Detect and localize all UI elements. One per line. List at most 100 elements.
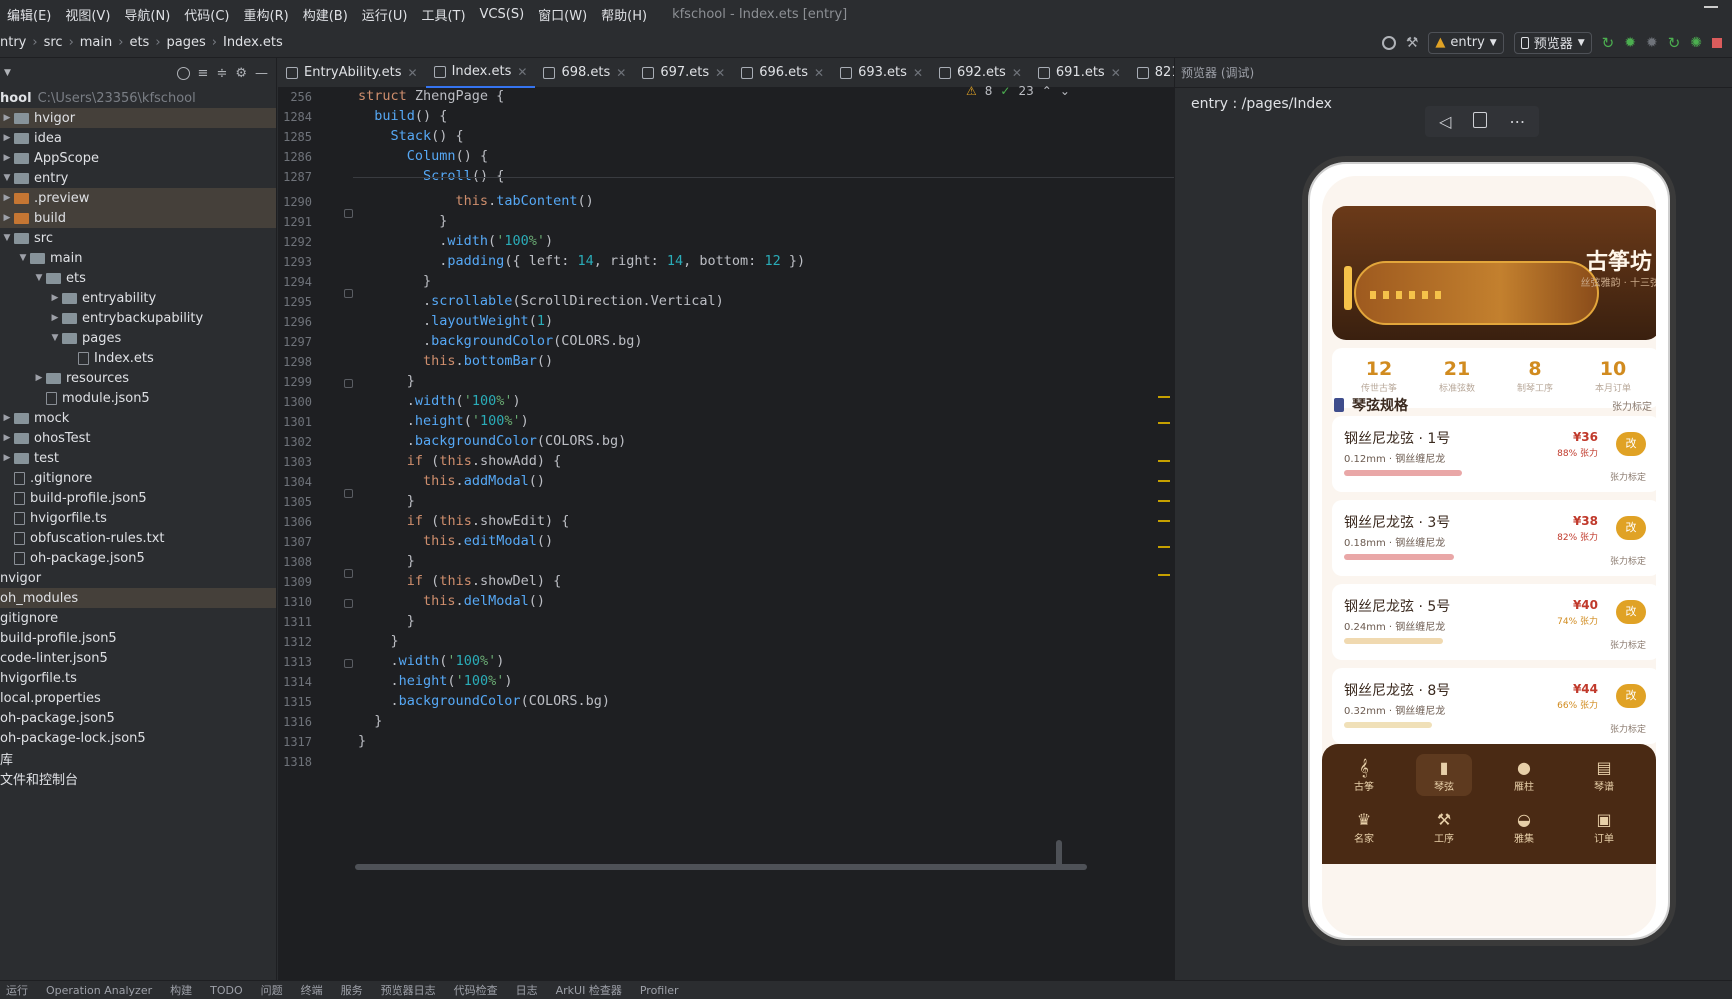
menu-item[interactable]: 代码(C) xyxy=(177,5,236,24)
editor-tab[interactable]: 697.ets ✕ xyxy=(634,58,733,88)
fold-icon[interactable] xyxy=(344,209,353,218)
stop-icon[interactable] xyxy=(1712,37,1722,48)
warning-marker[interactable] xyxy=(1158,460,1170,462)
locate-icon[interactable] xyxy=(176,66,190,80)
code-line[interactable]: } xyxy=(358,213,447,229)
app-screen[interactable]: 古筝坊 丝弦雅韵 · 十三弦 12 传世古筝 21 标准弦数 8 制琴工序 10 本月订单 琴… xyxy=(1322,176,1656,936)
tool-window-button[interactable]: 日志 xyxy=(516,982,538,998)
code-line[interactable]: struct ZhengPage { xyxy=(358,88,504,104)
string-card[interactable]: 钢丝尼龙弦 · 8号 0.32mm · 钢丝缠尼龙 ¥44 66% 张力 改张力标定 xyxy=(1332,668,1656,744)
menu-item[interactable]: 运行(U) xyxy=(355,5,415,24)
tab-item[interactable]: ⚒ 工序 xyxy=(1416,806,1472,848)
inspection-widget[interactable]: ⚠ 8 ✓ 23 ⌃ ⌄ xyxy=(966,84,1070,98)
menu-item[interactable]: 窗口(W) xyxy=(531,5,594,24)
tree-item[interactable]: ▶ hvigor xyxy=(0,108,276,128)
code-line[interactable]: build() { xyxy=(358,108,447,124)
chevron-right-icon[interactable]: ▶ xyxy=(48,313,62,323)
menu-item[interactable]: 导航(N) xyxy=(117,5,177,24)
breadcrumb-item[interactable]: ntry xyxy=(0,35,26,50)
code-line[interactable]: .width('100%') xyxy=(358,393,521,409)
warning-marker[interactable] xyxy=(1158,480,1170,482)
menu-item[interactable]: 重构(R) xyxy=(237,5,296,24)
hammer-icon[interactable]: ⚒ xyxy=(1406,35,1419,51)
editor-tab[interactable]: 696.ets ✕ xyxy=(733,58,832,88)
chevron-down-icon[interactable]: ⌄ xyxy=(1060,84,1070,98)
tree-item[interactable]: local.properties xyxy=(0,688,276,708)
close-icon[interactable]: ✕ xyxy=(814,66,824,80)
editor-tab[interactable]: Index.ets ✕ xyxy=(425,57,536,88)
edit-button[interactable]: 改 xyxy=(1616,516,1646,540)
string-card[interactable]: 钢丝尼龙弦 · 1号 0.12mm · 钢丝缠尼龙 ¥36 88% 张力 改张力标定 xyxy=(1332,416,1656,492)
close-icon[interactable]: ✕ xyxy=(616,66,626,80)
rotate-icon[interactable] xyxy=(1473,112,1488,128)
back-icon[interactable]: ◁ xyxy=(1439,112,1451,131)
menu-item[interactable]: VCS(S) xyxy=(473,7,532,22)
tree-item[interactable]: ▶ AppScope xyxy=(0,148,276,168)
code-line[interactable]: } xyxy=(358,733,366,749)
tree-item[interactable]: obfuscation-rules.txt xyxy=(0,528,276,548)
tree-item[interactable]: ▶ idea xyxy=(0,128,276,148)
breadcrumb-item[interactable]: ets xyxy=(129,35,149,50)
profile-icon[interactable]: ✺ xyxy=(1690,35,1702,51)
fold-icon[interactable] xyxy=(344,569,353,578)
string-card[interactable]: 钢丝尼龙弦 · 5号 0.24mm · 钢丝缠尼龙 ¥40 74% 张力 改张力标定 xyxy=(1332,584,1656,660)
tool-window-button[interactable]: 服务 xyxy=(341,982,363,998)
code-line[interactable]: } xyxy=(358,713,382,729)
code-line[interactable]: } xyxy=(358,373,415,389)
code-line[interactable]: this.addModal() xyxy=(358,473,545,489)
string-card[interactable]: 钢丝尼龙弦 · 3号 0.18mm · 钢丝缠尼龙 ¥38 82% 张力 改张力标定 xyxy=(1332,500,1656,576)
tree-item[interactable]: ▶ resources xyxy=(0,368,276,388)
tree-item[interactable]: oh-package-lock.json5 xyxy=(0,728,276,748)
chevron-right-icon[interactable]: ▶ xyxy=(0,453,14,463)
rerun-icon[interactable]: ↻ xyxy=(1602,34,1615,52)
fold-icon[interactable] xyxy=(344,289,353,298)
code-line[interactable]: this.tabContent() xyxy=(358,193,594,209)
collapse-all-icon[interactable]: ≑ xyxy=(216,66,227,81)
card-tag[interactable]: 张力标定 xyxy=(1610,470,1646,483)
code-line[interactable]: .backgroundColor(COLORS.bg) xyxy=(358,333,642,349)
editor-tab[interactable]: 692.ets ✕ xyxy=(931,58,1030,88)
tab-item[interactable]: ● 雁柱 xyxy=(1496,754,1552,796)
tool-window-button[interactable]: TODO xyxy=(210,984,243,997)
edit-button[interactable]: 改 xyxy=(1616,432,1646,456)
code-line[interactable]: Stack() { xyxy=(358,128,464,144)
tree-item[interactable]: ▶ .preview xyxy=(0,188,276,208)
tree-item[interactable]: 文件和控制台 xyxy=(0,768,276,788)
close-icon[interactable]: ✕ xyxy=(1111,66,1121,80)
edit-button[interactable]: 改 xyxy=(1616,600,1646,624)
tree-item[interactable]: hvigorfile.ts xyxy=(0,508,276,528)
warning-marker[interactable] xyxy=(1158,546,1170,548)
breadcrumb-item[interactable]: main xyxy=(80,35,112,50)
code-line[interactable]: } xyxy=(358,553,415,569)
code-line[interactable]: .backgroundColor(COLORS.bg) xyxy=(358,693,610,709)
tool-window-button[interactable]: 问题 xyxy=(261,982,283,998)
tree-item[interactable]: .gitignore xyxy=(0,468,276,488)
horizontal-scrollbar[interactable] xyxy=(355,864,1087,870)
run-config-select[interactable]: ▲ entry ▼ xyxy=(1428,31,1504,54)
editor-tab[interactable]: 693.ets ✕ xyxy=(832,58,931,88)
attach-icon[interactable]: ✹ xyxy=(1646,35,1658,51)
chevron-down-icon[interactable]: ▼ xyxy=(48,333,62,343)
tree-item[interactable]: nvigor xyxy=(0,568,276,588)
close-icon[interactable]: ✕ xyxy=(715,66,725,80)
fold-icon[interactable] xyxy=(344,599,353,608)
hide-icon[interactable]: — xyxy=(255,66,276,81)
card-tag[interactable]: 张力标定 xyxy=(1610,722,1646,735)
tab-item[interactable]: ▮ 琴弦 xyxy=(1416,754,1472,796)
chevron-right-icon[interactable]: ▶ xyxy=(0,133,14,143)
warning-marker[interactable] xyxy=(1158,574,1170,576)
chevron-down-icon[interactable]: ▼ xyxy=(0,173,14,183)
code-line[interactable]: Scroll() { xyxy=(358,168,504,184)
code-line[interactable]: } xyxy=(358,273,431,289)
tree-item[interactable]: 库 xyxy=(0,748,276,768)
tab-item[interactable]: 𝄞 古筝 xyxy=(1336,754,1392,796)
menu-item[interactable]: 编辑(E) xyxy=(0,5,58,24)
tool-window-button[interactable]: 运行 xyxy=(6,982,28,998)
more-icon[interactable]: ⋯ xyxy=(1509,112,1525,131)
tree-item[interactable]: oh-package.json5 xyxy=(0,548,276,568)
menu-item[interactable]: 工具(T) xyxy=(414,5,472,24)
chevron-right-icon[interactable]: ▶ xyxy=(0,213,14,223)
code-line[interactable]: } xyxy=(358,493,415,509)
tree-item[interactable]: oh_modules xyxy=(0,588,276,608)
tree-item[interactable]: ▼ pages xyxy=(0,328,276,348)
